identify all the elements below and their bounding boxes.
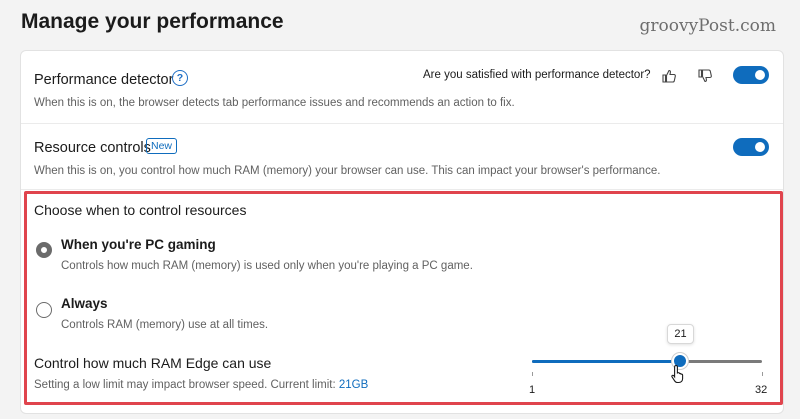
resource-controls-description: When this is on, you control how much RA…	[34, 165, 661, 177]
highlight-box	[24, 191, 783, 405]
resource-controls-title: Resource controls	[34, 140, 151, 156]
performance-detector-title: Performance detector	[34, 72, 174, 88]
row-divider	[21, 123, 783, 124]
row-divider	[21, 189, 783, 190]
watermark: groovyPost.com	[639, 16, 776, 36]
thumbs-up-icon[interactable]	[661, 68, 677, 84]
performance-detector-description: When this is on, the browser detects tab…	[34, 97, 515, 109]
feedback-question: Are you satisfied with performance detec…	[423, 69, 651, 81]
page-title: Manage your performance	[21, 10, 284, 33]
performance-detector-toggle[interactable]	[733, 66, 769, 84]
new-badge: New	[146, 138, 178, 154]
resource-controls-toggle[interactable]	[733, 138, 769, 156]
help-icon[interactable]: ?	[172, 70, 188, 86]
thumbs-down-icon[interactable]	[697, 68, 713, 84]
